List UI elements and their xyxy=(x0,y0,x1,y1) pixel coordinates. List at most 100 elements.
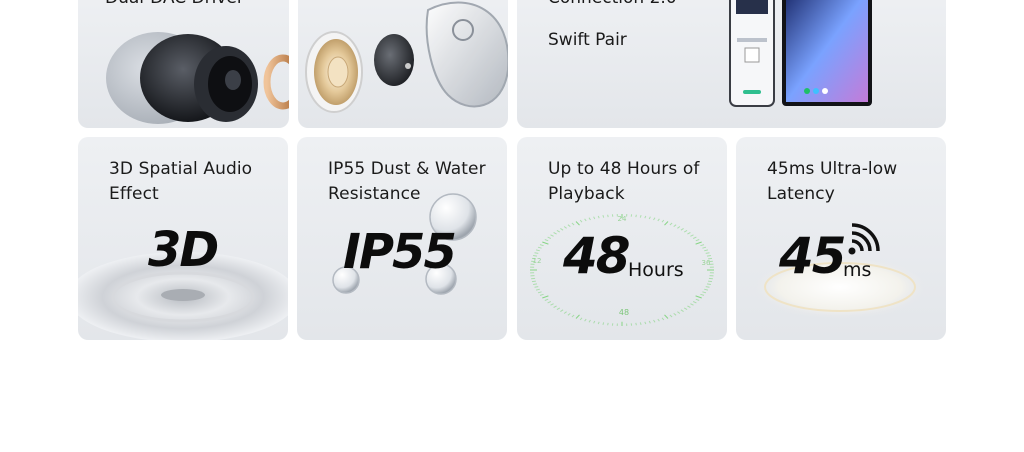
dial-tick xyxy=(575,314,580,319)
dial-tick xyxy=(602,322,605,325)
feature-big-number: 48 xyxy=(563,227,631,285)
feature-title: IP55 Dust & Water Resistance xyxy=(328,159,486,204)
dial-tick xyxy=(550,234,554,237)
dial-tick xyxy=(683,307,688,311)
dial-tick xyxy=(575,221,580,226)
dial-tick xyxy=(593,216,596,220)
dial-tick xyxy=(677,226,681,229)
dial-tick xyxy=(533,255,538,257)
dial-tick xyxy=(700,244,705,247)
dial-tick xyxy=(597,321,600,325)
feature-title: Up to 48 Hours of Playback xyxy=(548,159,700,204)
dial-tick xyxy=(531,280,536,283)
dial-tick xyxy=(571,222,575,226)
dial-label-top: 24 xyxy=(618,215,627,223)
dial-tick xyxy=(648,320,651,324)
dial-tick xyxy=(653,319,656,323)
dial-tick xyxy=(702,246,707,249)
dial-tick xyxy=(597,215,600,219)
dial-tick xyxy=(687,232,691,235)
dial-tick xyxy=(706,255,711,257)
dial-label-left: 12 xyxy=(533,257,542,265)
devices-illustration xyxy=(729,0,872,107)
dial-tick xyxy=(669,314,673,318)
earbud-driver-illustration xyxy=(106,32,289,124)
dial-tick xyxy=(680,227,684,231)
dial-tick xyxy=(639,215,642,218)
dial-tick xyxy=(664,221,669,226)
dial-tick xyxy=(706,283,711,285)
dial-tick xyxy=(704,249,709,252)
dial-tick xyxy=(542,295,549,299)
dial-tick xyxy=(648,216,651,220)
dial-tick xyxy=(635,322,637,326)
feature-card-battery: 24 12 36 48 Up to 48 Hours of Playback 4… xyxy=(517,137,727,340)
feature-unit: ms xyxy=(843,259,872,281)
dial-tick xyxy=(567,313,571,316)
dial-tick xyxy=(661,317,665,321)
dial-tick xyxy=(544,239,549,242)
dial-tick xyxy=(553,232,557,235)
dial-tick xyxy=(692,301,697,304)
dial-tick xyxy=(579,219,583,223)
dial-tick xyxy=(692,236,697,239)
dial-label-right: 36 xyxy=(702,259,711,267)
dial-tick xyxy=(547,301,552,304)
dial-tick xyxy=(657,318,660,322)
feature-unit: Hours xyxy=(628,259,684,281)
dial-tick xyxy=(547,236,552,239)
dial-tick xyxy=(644,215,647,219)
dial-tick xyxy=(607,214,609,218)
dial-tick xyxy=(556,307,561,311)
feature-title: 45ms Ultra-low Latency xyxy=(767,159,898,204)
dial-tick xyxy=(695,298,700,301)
dial-tick xyxy=(534,252,539,254)
dial-tick xyxy=(700,293,705,296)
dial-tick xyxy=(537,291,542,294)
feature-card-3d-audio: 3D Spatial Audio Effect 3D xyxy=(78,137,288,340)
dial-tick xyxy=(677,311,681,314)
dial-tick xyxy=(695,295,702,299)
driver-components-illustration xyxy=(305,1,508,113)
dial-tick xyxy=(535,249,540,252)
dial-tick xyxy=(702,291,707,294)
feature-big-number: 3D xyxy=(148,222,219,278)
dial-tick xyxy=(579,317,583,321)
feature-title: 3D Spatial Audio Effect xyxy=(109,159,253,204)
dial-tick xyxy=(571,314,575,318)
dial-tick xyxy=(690,303,694,306)
dial-tick xyxy=(602,215,605,218)
dial-tick xyxy=(687,305,691,308)
feature-card-components xyxy=(298,0,508,128)
feature-card-connection: Connection 2.0 Swift Pair xyxy=(517,0,946,128)
dial-tick xyxy=(644,321,647,325)
dial-tick xyxy=(556,229,561,233)
dial-tick xyxy=(535,288,540,291)
dial-tick xyxy=(537,246,542,249)
dial-tick xyxy=(690,234,694,237)
dial-tick xyxy=(695,241,702,245)
dial-tick xyxy=(695,239,700,242)
dial-tick xyxy=(550,303,554,306)
feature-card-ip55: IP55 Dust & Water Resistance IP55 xyxy=(297,137,507,340)
dial-tick xyxy=(683,229,688,233)
dial-tick xyxy=(563,311,567,314)
dial-tick xyxy=(680,309,684,313)
dial-tick xyxy=(534,286,539,288)
dial-tick xyxy=(588,319,591,323)
feature-big-number: IP55 xyxy=(343,224,457,280)
feature-card-driver: Dual-DAC Driver xyxy=(78,0,289,128)
dial-tick xyxy=(539,244,544,247)
dial-tick xyxy=(661,219,665,223)
dial-tick xyxy=(669,222,673,226)
dial-tick xyxy=(673,224,677,227)
product-feature-grid: Dual-DAC Driver xyxy=(0,0,1024,452)
dial-tick xyxy=(544,298,549,301)
dial-tick xyxy=(584,318,587,322)
dial-tick xyxy=(542,241,549,245)
dial-tick xyxy=(639,322,642,325)
dial-tick xyxy=(539,293,544,296)
dial-tick xyxy=(588,217,591,221)
dial-label-bottom: 48 xyxy=(619,308,629,317)
dial-tick xyxy=(664,314,669,319)
